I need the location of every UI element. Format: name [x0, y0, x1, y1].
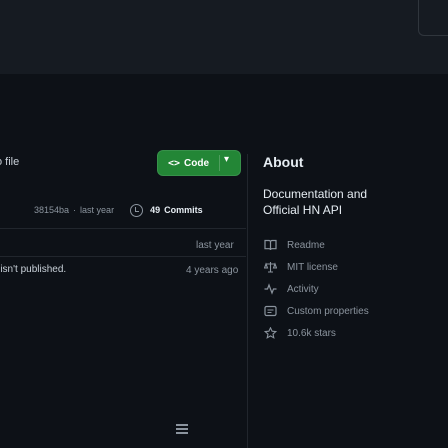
list-icon-line: [176, 424, 188, 426]
book-icon: [263, 238, 277, 252]
license-link-label: MIT license: [287, 261, 338, 273]
list-icon-line: [176, 432, 188, 434]
file-row-time: 4 years ago: [186, 265, 239, 276]
custom-properties-link[interactable]: Custom properties: [263, 301, 448, 321]
history-icon: [130, 203, 144, 217]
license-link[interactable]: MIT license: [263, 257, 448, 277]
file-row-time: last year: [196, 240, 234, 251]
readme-link-label: Readme: [287, 239, 325, 251]
about-links: Readme MIT license Activity Custom prope…: [263, 235, 448, 345]
readme-link[interactable]: Readme: [263, 235, 448, 255]
chevron-down-icon[interactable]: ▾: [224, 154, 229, 165]
activity-link-label: Activity: [287, 283, 319, 295]
custom-properties-link-label: Custom properties: [287, 305, 369, 317]
code-icon: <>: [168, 157, 181, 169]
list-icon[interactable]: [176, 424, 188, 436]
code-button-label: Code: [184, 157, 210, 169]
law-icon: [263, 260, 277, 274]
window-corner: [418, 0, 448, 36]
about-description-line2: Official HN API: [263, 203, 343, 217]
readme-message: It isn't published.: [0, 264, 67, 275]
top-bar: [0, 0, 448, 74]
commit-hash[interactable]: 38154ba: [34, 205, 69, 215]
pulse-icon: [263, 282, 277, 296]
about-heading: About: [263, 154, 304, 170]
commits-link[interactable]: Commits: [164, 205, 203, 215]
about-description: Documentation and Official HN API: [263, 186, 448, 218]
code-button[interactable]: <> Code ▾: [157, 150, 241, 176]
activity-link[interactable]: Activity: [263, 279, 448, 299]
row-divider: [0, 228, 246, 229]
sidebar-separator: [247, 154, 248, 448]
button-divider: [219, 155, 220, 171]
commits-count[interactable]: 49: [150, 205, 160, 215]
note-icon: [263, 304, 277, 318]
stars-link-label: 10.6k stars: [287, 327, 336, 339]
stars-link[interactable]: 10.6k stars: [263, 323, 448, 343]
commit-time: last year: [80, 205, 115, 215]
about-description-line1: Documentation and: [263, 187, 368, 201]
go-to-file-button[interactable]: o file: [0, 152, 32, 172]
latest-commit-row: 38154ba · last year 49 Commits: [34, 198, 203, 222]
list-icon-line: [176, 428, 188, 430]
star-icon: [263, 326, 277, 340]
row-divider: [0, 256, 246, 257]
commit-separator: ·: [73, 205, 77, 215]
